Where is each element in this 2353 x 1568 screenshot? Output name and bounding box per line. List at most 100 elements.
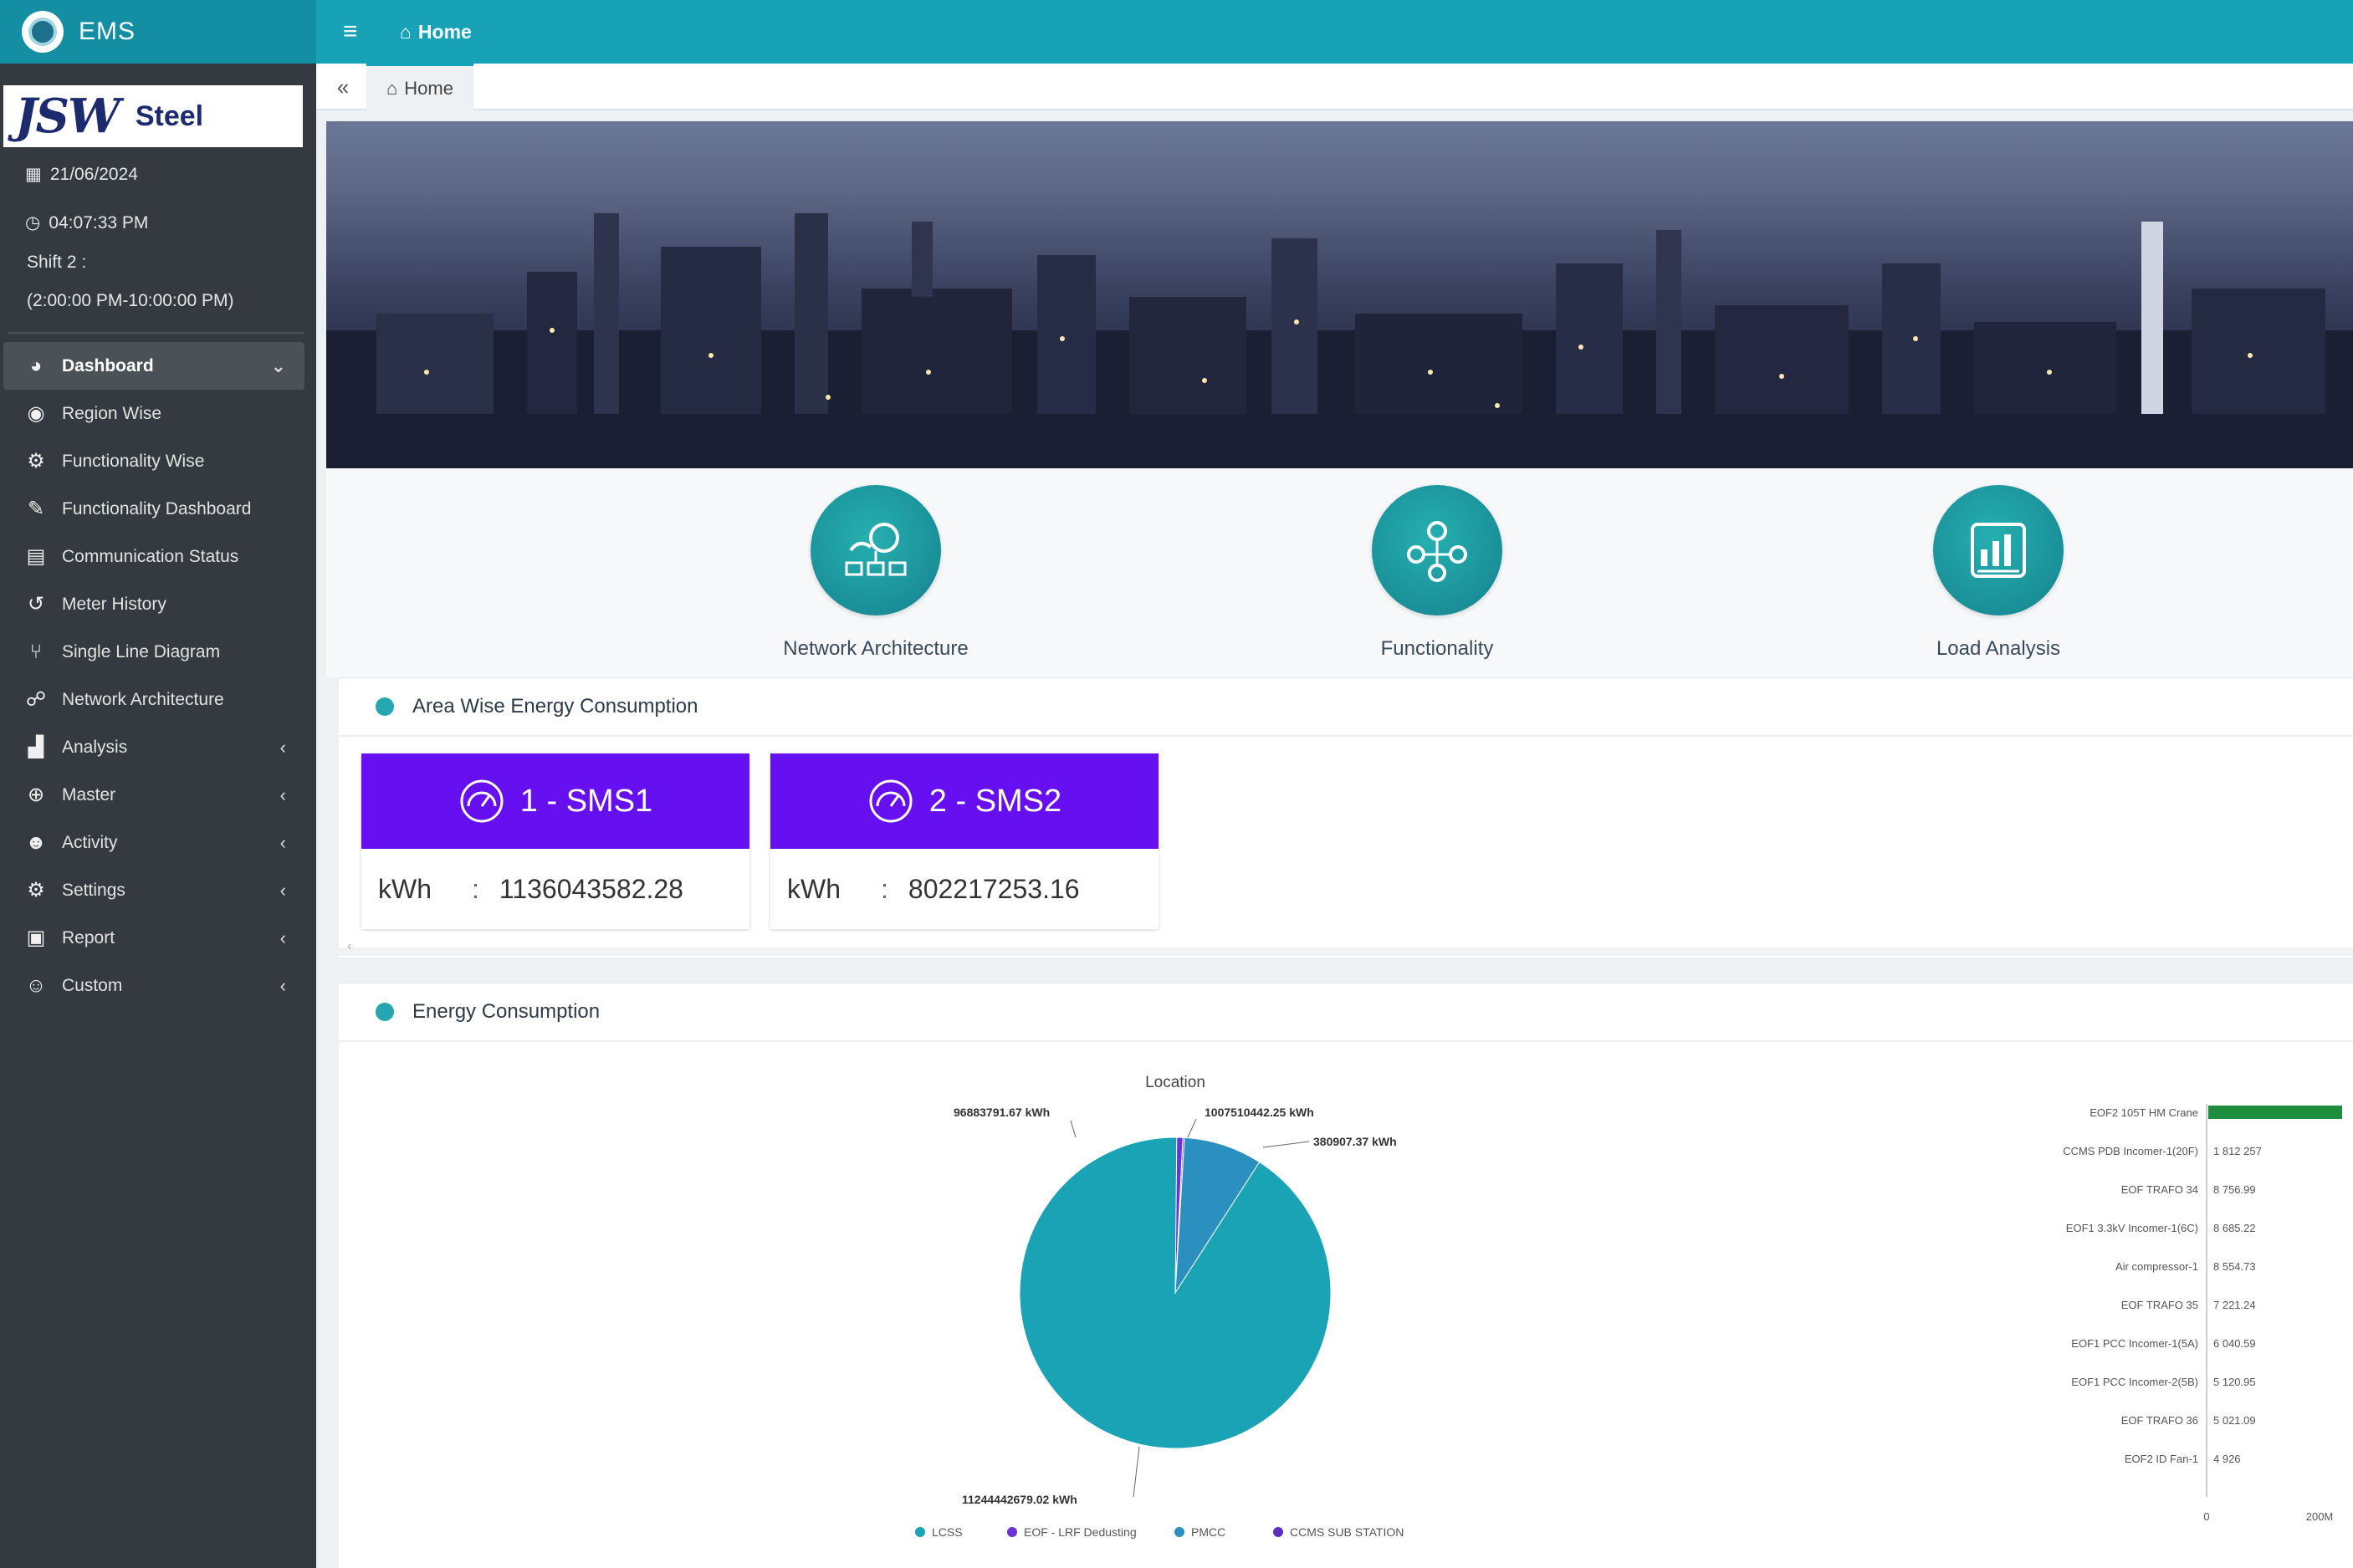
- legend-label[interactable]: PMCC: [1191, 1525, 1225, 1539]
- pie-title: Location: [1145, 1074, 1205, 1091]
- pie-leader-line: [1187, 1118, 1197, 1138]
- sidebar-item-label: Region Wise: [62, 403, 162, 423]
- bar-value-label: 8 685.22: [2213, 1222, 2256, 1234]
- bar-value-label: 7 221.24: [2213, 1299, 2256, 1311]
- sidebar-item-region-wise[interactable]: ◉ Region Wise: [0, 390, 316, 437]
- sidebar-item-dashboard[interactable]: ◕ Dashboard ⌄: [3, 342, 304, 390]
- pie-data-label: 11244442679.02 kWh: [962, 1493, 1077, 1506]
- top-home-label: Home: [417, 20, 472, 43]
- load-analysis-icon: [1933, 485, 2064, 615]
- chart-icon: ▟: [28, 736, 44, 758]
- area-wise-title: Area Wise Energy Consumption: [412, 695, 698, 718]
- sidebar-item-settings[interactable]: ⚙ Settings ‹: [0, 866, 316, 914]
- tile-label: Functionality: [1380, 637, 1494, 660]
- pie-leader-line: [1070, 1120, 1077, 1138]
- history-icon: ↺: [27, 593, 45, 615]
- sidebar-item-custom[interactable]: ☺ Custom ‹: [0, 962, 316, 1009]
- legend-swatch[interactable]: [1273, 1527, 1283, 1537]
- sms-card-1[interactable]: 1 - SMS1 kWh : 1136043582.28: [361, 753, 749, 929]
- speedometer-icon: [869, 779, 913, 823]
- bar-value-label: 8 554.73: [2213, 1260, 2256, 1273]
- sidebar-item-label: Analysis: [62, 737, 128, 757]
- functionality-icon: [1372, 485, 1502, 615]
- sidebar-item-activity[interactable]: ☻ Activity ‹: [0, 819, 316, 866]
- sms-card-2[interactable]: 2 - SMS2 kWh : 802217253.16: [770, 753, 1159, 929]
- chevron-left-icon: ‹: [279, 974, 286, 996]
- location-pie-chart: Location 96883791.67 kWh 1007510442.25 kWh…: [915, 1074, 1404, 1539]
- sidebar-item-single-line-diagram[interactable]: ⑂ Single Line Diagram: [0, 628, 316, 676]
- horizontal-scrollbar[interactable]: [339, 947, 2353, 956]
- sms-unit: kWh: [378, 873, 432, 904]
- gears-icon: ⚙: [27, 879, 45, 901]
- region-icon: ◉: [27, 402, 45, 425]
- chevron-left-icon: ‹: [279, 784, 286, 805]
- chevron-left-icon: ‹: [279, 879, 286, 901]
- sms-name: 2 - SMS2: [928, 783, 1062, 819]
- top-home-link[interactable]: ⌂ Home: [400, 15, 472, 49]
- bar-category-label: EOF2 ID Fan-1: [2125, 1453, 2198, 1465]
- tab-home[interactable]: ⌂ Home: [366, 64, 473, 110]
- current-time: 04:07:33 PM: [49, 212, 149, 232]
- chevron-left-icon: ‹: [279, 736, 286, 758]
- scroll-left-icon[interactable]: ‹: [347, 939, 351, 954]
- legend-swatch[interactable]: [1007, 1527, 1017, 1537]
- sidebar-item-label: Report: [62, 927, 115, 947]
- sidebar-item-label: Activity: [62, 832, 118, 852]
- brand[interactable]: EMS: [0, 0, 316, 64]
- collapse-tabs-icon[interactable]: «: [328, 72, 358, 102]
- home-icon: ⌂: [386, 77, 398, 99]
- tile-label: Load Analysis: [1936, 637, 2061, 660]
- clock-icon: ◷: [25, 213, 41, 232]
- bar-category-label: EOF1 PCC Incomer-2(5B): [2071, 1376, 2198, 1388]
- bar-category-label: EOF TRAFO 34: [2121, 1183, 2198, 1196]
- pie-slice-lcss[interactable]: [1019, 1136, 1332, 1449]
- user-edit-icon: ☺: [25, 973, 47, 997]
- sidebar-item-functionality-dashboard[interactable]: ✎ Functionality Dashboard: [0, 485, 316, 533]
- calendar-icon: ▦: [25, 165, 42, 184]
- sidebar-item-label: Custom: [62, 975, 123, 995]
- legend-swatch[interactable]: [1174, 1527, 1184, 1537]
- sidebar-item-report[interactable]: ▣ Report ‹: [0, 914, 316, 962]
- chevron-left-icon: ‹: [279, 831, 286, 853]
- bar-category-label: EOF1 PCC Incomer-1(5A): [2071, 1337, 2198, 1350]
- bar-value-label: 8 756.99: [2213, 1183, 2256, 1196]
- edit-icon: ✎: [27, 498, 45, 520]
- bar-value-label: 5 021.09: [2213, 1414, 2256, 1427]
- home-icon: ⌂: [400, 20, 412, 43]
- legend-label[interactable]: EOF - LRF Dedusting: [1024, 1525, 1137, 1539]
- sitemap-icon: ☍: [25, 688, 47, 711]
- sidebar-item-functionality-wise[interactable]: ⚙ Functionality Wise: [0, 437, 316, 485]
- plant-skyline: [326, 213, 2353, 468]
- sms-separator: :: [881, 873, 888, 904]
- quick-links: Network Architecture Functionality Load …: [326, 468, 2353, 677]
- sidebar-item-communication-status[interactable]: ▤ Communication Status: [0, 533, 316, 580]
- tile-load-analysis[interactable]: Load Analysis: [1873, 485, 2124, 661]
- tile-functionality[interactable]: Functionality: [1312, 485, 1563, 661]
- tile-network-architecture[interactable]: Network Architecture: [750, 485, 1001, 661]
- sidebar-item-master[interactable]: ⊕ Master ‹: [0, 771, 316, 819]
- sidebar-item-label: Network Architecture: [62, 689, 224, 709]
- ems-logo-icon: [22, 11, 64, 53]
- area-wise-card: Area Wise Energy Consumption 1 - SMS1 kW…: [339, 677, 2353, 958]
- bar-mark[interactable]: [2208, 1106, 2342, 1119]
- sidebar-item-label: Settings: [62, 880, 125, 900]
- sidebar-item-network-architecture[interactable]: ☍ Network Architecture: [0, 676, 316, 723]
- area-wise-header: Area Wise Energy Consumption: [339, 678, 2353, 737]
- legend-label[interactable]: LCSS: [932, 1525, 963, 1539]
- bar-axis-tick: 0: [2203, 1510, 2209, 1523]
- chevron-down-icon: ⌄: [270, 355, 286, 376]
- shift-label: Shift 2 :: [27, 253, 87, 272]
- globe-icon: ⊕: [27, 784, 45, 806]
- legend-label[interactable]: CCMS SUB STATION: [1290, 1525, 1404, 1539]
- sidebar-item-analysis[interactable]: ▟ Analysis ‹: [0, 723, 316, 771]
- hamburger-menu-icon[interactable]: ≡: [343, 17, 368, 47]
- sms-card-header: 1 - SMS1: [361, 753, 749, 849]
- legend-swatch[interactable]: [915, 1527, 925, 1537]
- globe-icon: [376, 1003, 394, 1021]
- shift-range: (2:00:00 PM-10:00:00 PM): [27, 291, 234, 310]
- sidebar-item-meter-history[interactable]: ↺ Meter History: [0, 580, 316, 628]
- sidebar-item-label: Meter History: [62, 594, 166, 614]
- globe-icon: [376, 697, 394, 716]
- sidebar-divider: [8, 332, 304, 334]
- tab-home-label: Home: [404, 77, 453, 99]
